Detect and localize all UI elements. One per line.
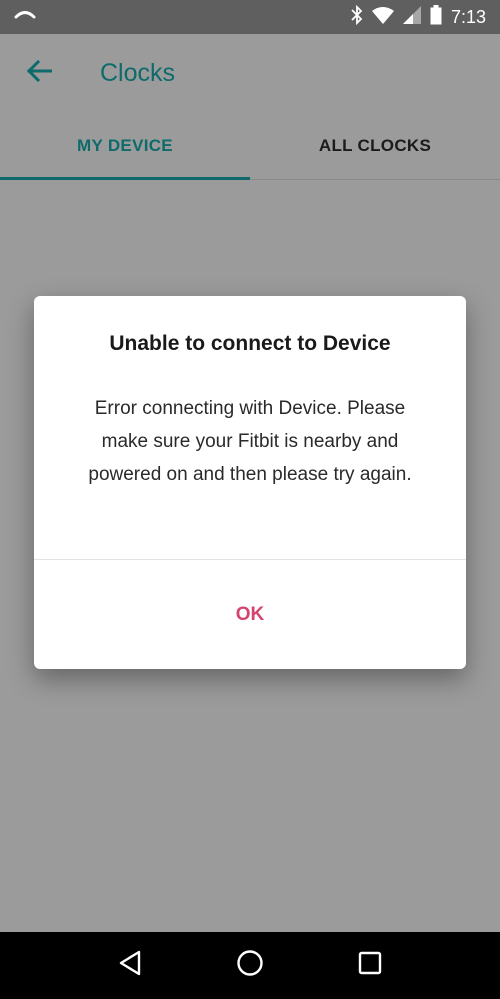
tab-bar: MY DEVICE ALL CLOCKS [0, 112, 500, 180]
home-circle-icon [236, 949, 264, 982]
tab-label: MY DEVICE [77, 135, 173, 155]
signal-icon [402, 5, 421, 29]
dialog-message: Error connecting with Device. Please mak… [88, 398, 412, 485]
nav-recents-button[interactable] [350, 946, 390, 986]
status-right: 7:13 [351, 4, 486, 30]
back-triangle-icon [118, 950, 142, 981]
hotspot-icon [14, 8, 36, 27]
tab-label: ALL CLOCKS [318, 135, 432, 155]
wifi-icon [371, 6, 394, 29]
bluetooth-icon [351, 4, 363, 30]
recents-square-icon [358, 951, 382, 980]
nav-back-button[interactable] [110, 946, 150, 986]
tab-active-indicator [0, 177, 250, 180]
error-dialog: Unable to connect to Device Error connec… [34, 296, 466, 669]
nav-home-button[interactable] [230, 946, 270, 986]
status-time: 7:13 [450, 6, 486, 27]
back-arrow-icon [26, 59, 53, 87]
tab-all-clocks[interactable]: ALL CLOCKS [250, 112, 500, 179]
dialog-title: Unable to connect to Device [109, 332, 391, 355]
status-bar: 7:13 [0, 0, 500, 34]
tab-my-device[interactable]: MY DEVICE [0, 112, 250, 180]
status-left [14, 8, 36, 27]
battery-icon [430, 4, 442, 30]
app-bar: Clocks [0, 34, 500, 112]
ok-button[interactable]: OK [34, 560, 466, 669]
system-nav-bar [0, 932, 500, 999]
page-title: Clocks [100, 59, 176, 87]
back-button[interactable] [22, 56, 56, 90]
